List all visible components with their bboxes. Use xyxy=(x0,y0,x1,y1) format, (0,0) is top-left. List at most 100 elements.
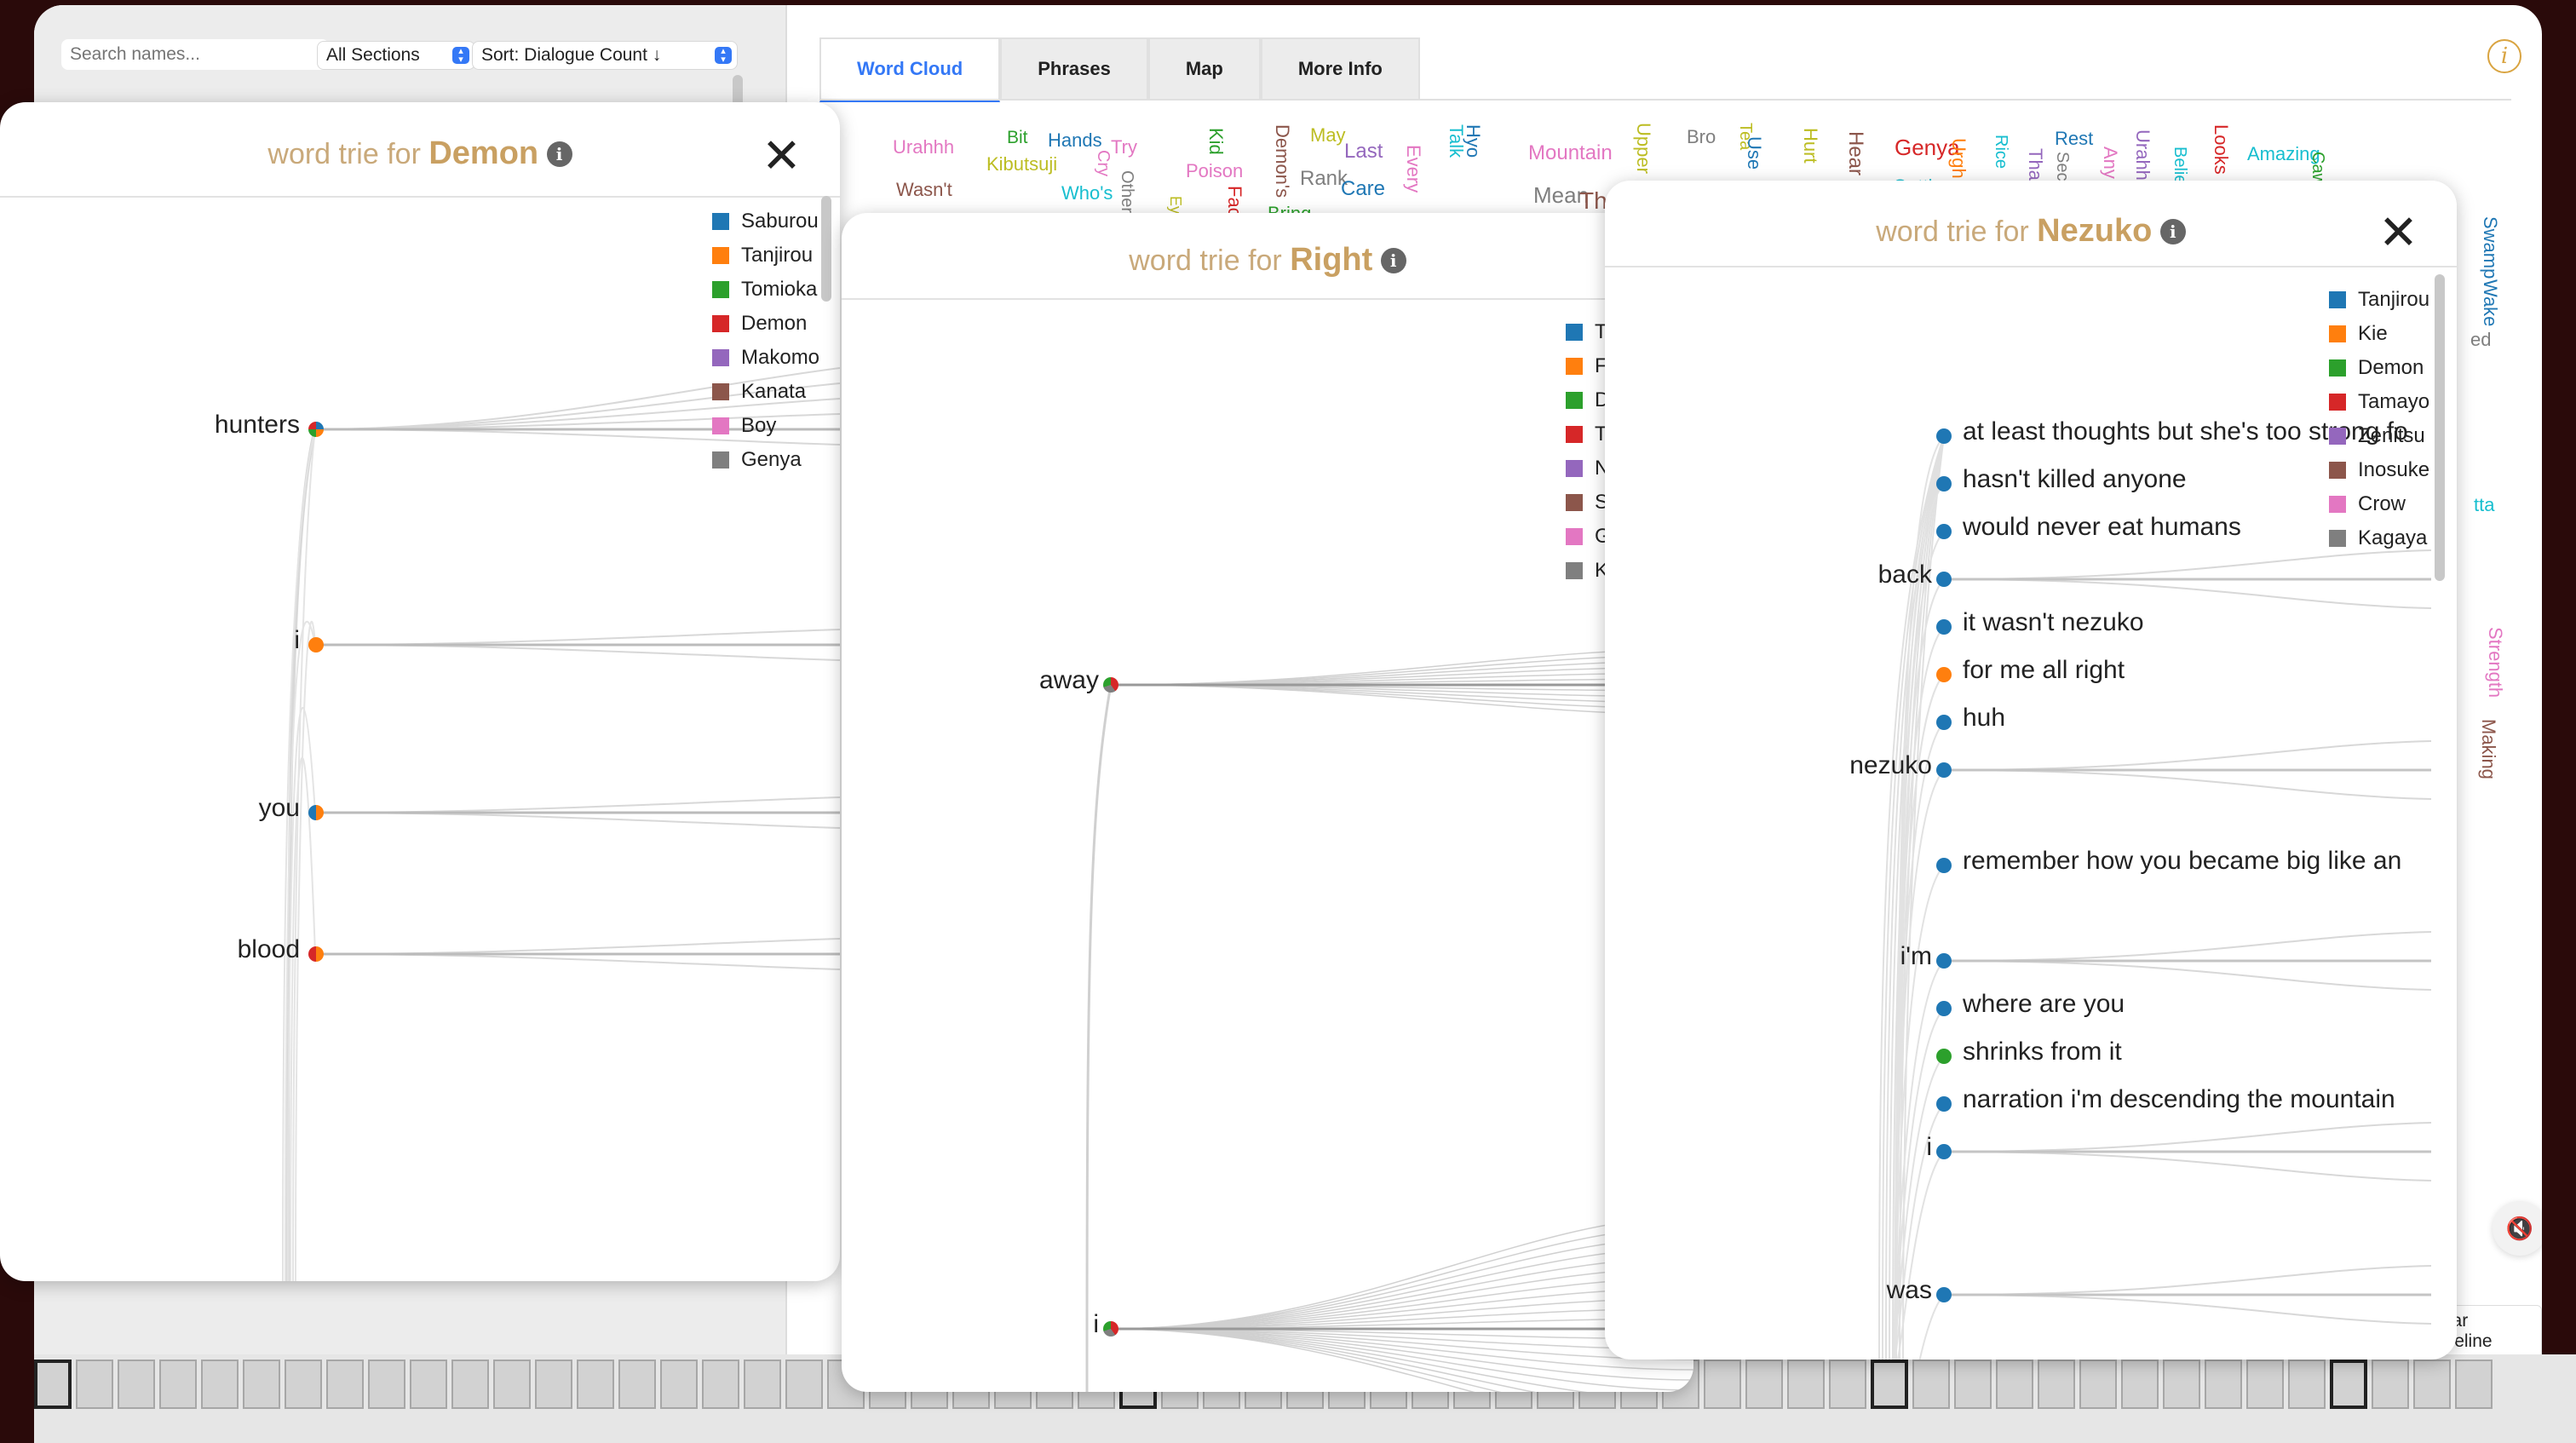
trie-node-dot[interactable] xyxy=(1936,476,1952,492)
trie-node-label[interactable]: nezuko xyxy=(1849,751,1932,780)
legend-item[interactable]: T xyxy=(1566,315,1611,349)
cloud-word[interactable]: Kibutsuji xyxy=(986,153,1057,175)
timeline-cell[interactable] xyxy=(2372,1360,2409,1409)
cloud-word[interactable]: Belie xyxy=(2170,147,2189,184)
trie-leaf-phrase[interactable]: narration i'm descending the mountain xyxy=(1963,1085,2433,1114)
trie-node-dot[interactable] xyxy=(308,805,324,820)
cloud-word[interactable]: Upper xyxy=(1632,123,1654,174)
timeline-cell[interactable] xyxy=(702,1360,739,1409)
timeline-cell[interactable] xyxy=(34,1360,72,1409)
timeline-cell[interactable] xyxy=(1954,1360,1992,1409)
legend-item[interactable]: S xyxy=(1566,486,1611,520)
close-icon[interactable]: ✕ xyxy=(2378,210,2418,257)
legend-item[interactable]: N xyxy=(1566,451,1611,486)
legend-item[interactable]: Makomo xyxy=(712,341,819,375)
timeline-cell[interactable] xyxy=(618,1360,656,1409)
timeline-cell[interactable] xyxy=(76,1360,113,1409)
legend-item[interactable]: Zenitsu xyxy=(2329,419,2429,453)
cloud-word[interactable]: May xyxy=(1310,124,1346,147)
trie-node-dot[interactable] xyxy=(1936,1049,1952,1064)
legend-item[interactable]: Tamayo xyxy=(2329,385,2429,419)
legend-item[interactable]: Tanjirou xyxy=(712,239,819,273)
cloud-word[interactable]: Bring xyxy=(1268,203,1311,213)
cloud-word[interactable]: ed xyxy=(2470,329,2491,351)
legend-item[interactable]: Kagaya xyxy=(2329,521,2429,555)
info-icon[interactable]: i xyxy=(2487,39,2521,73)
timeline-cell[interactable] xyxy=(2455,1360,2493,1409)
cloud-word[interactable]: Face xyxy=(1223,186,1245,213)
cloud-word[interactable]: Urahh xyxy=(2131,129,2153,181)
timeline-cell[interactable] xyxy=(660,1360,698,1409)
trie-node-label[interactable]: i xyxy=(1093,1310,1099,1339)
timeline-cell[interactable] xyxy=(1996,1360,2033,1409)
mute-icon[interactable]: 🔇 xyxy=(2493,1201,2542,1256)
trie-node-dot[interactable] xyxy=(308,946,324,962)
timeline-cell[interactable] xyxy=(2121,1360,2159,1409)
cloud-word[interactable]: Any xyxy=(2099,147,2121,179)
trie-node-dot[interactable] xyxy=(1936,1287,1952,1302)
cloud-word[interactable]: Wasn't xyxy=(896,179,952,201)
cloud-word[interactable]: Kid xyxy=(1205,128,1227,155)
trie-node-dot[interactable] xyxy=(1936,715,1952,730)
cloud-word[interactable]: Demon's xyxy=(1271,124,1293,198)
legend-item[interactable]: Kanata xyxy=(712,375,819,409)
cloud-word[interactable]: Hands xyxy=(1048,129,1102,152)
trie-leaf-phrase[interactable]: shrinks from it xyxy=(1963,1038,2433,1066)
trie-node-label[interactable]: blood xyxy=(238,935,300,964)
cloud-word[interactable]: Looks xyxy=(2210,124,2232,175)
trie-node-dot[interactable] xyxy=(1103,1321,1118,1337)
timeline-cell[interactable] xyxy=(410,1360,447,1409)
legend-item[interactable]: Crow xyxy=(2329,487,2429,521)
trie-node-label[interactable]: hunters xyxy=(215,411,300,440)
timeline-cell[interactable] xyxy=(159,1360,197,1409)
timeline-cell[interactable] xyxy=(1745,1360,1783,1409)
timeline-cell[interactable] xyxy=(535,1360,572,1409)
trie-node-dot[interactable] xyxy=(1103,677,1118,693)
timeline-cell[interactable] xyxy=(201,1360,239,1409)
timeline-cell[interactable] xyxy=(744,1360,781,1409)
cloud-word[interactable]: Eye xyxy=(1166,196,1184,213)
cloud-word[interactable]: Every xyxy=(1402,145,1424,193)
info-icon[interactable]: i xyxy=(1380,248,1406,273)
cloud-word[interactable]: Rest xyxy=(2055,128,2093,150)
legend-item[interactable]: Tanjirou xyxy=(2329,283,2429,317)
timeline-cell[interactable] xyxy=(285,1360,322,1409)
tab-phrases[interactable]: Phrases xyxy=(1000,37,1148,99)
timeline-cell[interactable] xyxy=(2288,1360,2326,1409)
sort-select[interactable]: Sort: Dialogue Count ↓ ▴ ▾ xyxy=(472,41,738,70)
trie-node-label[interactable]: i'm xyxy=(1900,942,1932,971)
timeline-cell[interactable] xyxy=(326,1360,364,1409)
sections-select[interactable]: All Sections ▴ ▾ xyxy=(317,41,475,70)
trie-leaf-phrase[interactable]: where are you xyxy=(1963,990,2433,1019)
timeline-cell[interactable] xyxy=(2079,1360,2117,1409)
timeline-cell[interactable] xyxy=(785,1360,823,1409)
timeline-cell[interactable] xyxy=(451,1360,489,1409)
close-icon[interactable]: ✕ xyxy=(762,133,802,181)
cloud-word[interactable]: Last xyxy=(1344,140,1383,164)
trie-node-dot[interactable] xyxy=(1936,428,1952,444)
timeline-cell[interactable] xyxy=(2205,1360,2242,1409)
cloud-word[interactable]: Hear xyxy=(1843,131,1867,175)
trie-node-dot[interactable] xyxy=(1936,1144,1952,1159)
timeline-cell[interactable] xyxy=(1829,1360,1866,1409)
trie-leaf-phrase[interactable]: remember how you became big like an xyxy=(1963,847,2433,876)
trie-leaf-phrase[interactable]: it wasn't nezuko xyxy=(1963,608,2433,637)
trie-node-dot[interactable] xyxy=(308,422,324,437)
trie-node-label[interactable]: away xyxy=(1039,666,1099,695)
timeline-cell[interactable] xyxy=(1787,1360,1825,1409)
timeline-cell[interactable] xyxy=(2246,1360,2284,1409)
cloud-word[interactable]: Making xyxy=(2477,719,2499,779)
cloud-word[interactable]: Bro xyxy=(1687,126,1716,148)
legend-item[interactable]: Demon xyxy=(2329,351,2429,385)
timeline-cell[interactable] xyxy=(577,1360,614,1409)
info-icon[interactable]: i xyxy=(546,141,572,167)
legend-item[interactable]: Inosuke xyxy=(2329,453,2429,487)
cloud-word[interactable]: Bit xyxy=(1007,128,1028,148)
cloud-word[interactable]: Hyo xyxy=(1462,124,1484,158)
legend-item[interactable]: T xyxy=(1566,417,1611,451)
legend-item[interactable]: Genya xyxy=(712,443,819,477)
trie-node-label[interactable]: i xyxy=(294,626,300,655)
trie-node-label[interactable]: i xyxy=(1926,1133,1932,1162)
tab-map[interactable]: Map xyxy=(1147,37,1261,99)
cloud-word[interactable]: Mountain xyxy=(1528,141,1613,165)
